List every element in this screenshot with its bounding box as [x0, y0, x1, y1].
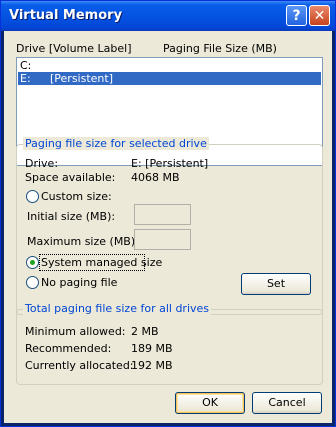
size-column-header: Paging File Size (MB) [163, 42, 277, 55]
maximum-size-field[interactable] [134, 229, 191, 250]
selected-drive-group: Paging file size for selected drive Driv… [16, 137, 323, 315]
drive-column-header: Drive [Volume Label] [16, 42, 132, 55]
help-button[interactable]: ? [286, 5, 307, 26]
system-managed-radio[interactable] [26, 256, 39, 269]
currently-allocated-label: Currently allocated: [25, 359, 134, 372]
currently-allocated-value: 192 MB [131, 359, 173, 372]
space-available-label: Space available: [25, 171, 116, 184]
no-paging-label[interactable]: No paging file [41, 276, 117, 289]
help-icon: ? [292, 8, 301, 24]
recommended-label: Recommended: [25, 342, 112, 355]
radio-selected-dot [30, 260, 35, 265]
drive-row-c[interactable]: C: [18, 59, 321, 72]
custom-size-radio[interactable] [26, 190, 39, 203]
initial-size-label: Initial size (MB): [27, 210, 116, 223]
window-title: Virtual Memory [9, 8, 123, 23]
drive-value: E: [Persistent] [131, 157, 209, 170]
title-bar[interactable]: Virtual Memory ? ✕ [1, 1, 335, 31]
initial-size-field[interactable] [134, 204, 191, 225]
minimum-allowed-label: Minimum allowed: [25, 325, 126, 338]
total-paging-group: Total paging file size for all drives Mi… [16, 302, 323, 385]
close-button[interactable]: ✕ [309, 5, 330, 26]
close-icon: ✕ [313, 8, 326, 24]
minimum-allowed-value: 2 MB [131, 325, 159, 338]
drive-row-e[interactable]: E: [Persistent] [18, 72, 321, 85]
cancel-button[interactable]: Cancel [252, 392, 322, 414]
dialog-body: Drive [Volume Label] Paging File Size (M… [4, 31, 332, 423]
custom-size-label[interactable]: Custom size: [41, 190, 112, 203]
virtual-memory-dialog: Virtual Memory ? ✕ Drive [Volume Label] … [0, 0, 336, 427]
ok-button[interactable]: OK [175, 392, 245, 414]
space-available-value: 4068 MB [131, 171, 180, 184]
drive-letter: E: [20, 72, 31, 85]
no-paging-radio[interactable] [26, 276, 39, 289]
drive-label: Drive: [25, 157, 59, 170]
group-title: Paging file size for selected drive [23, 137, 209, 150]
maximum-size-label: Maximum size (MB): [27, 235, 139, 248]
system-managed-label[interactable]: System managed size [41, 256, 162, 269]
drive-letter: C: [20, 59, 32, 72]
recommended-value: 189 MB [131, 342, 173, 355]
set-button[interactable]: Set [241, 273, 311, 295]
group-title: Total paging file size for all drives [23, 302, 212, 315]
drive-volume-label: [Persistent] [50, 72, 113, 85]
